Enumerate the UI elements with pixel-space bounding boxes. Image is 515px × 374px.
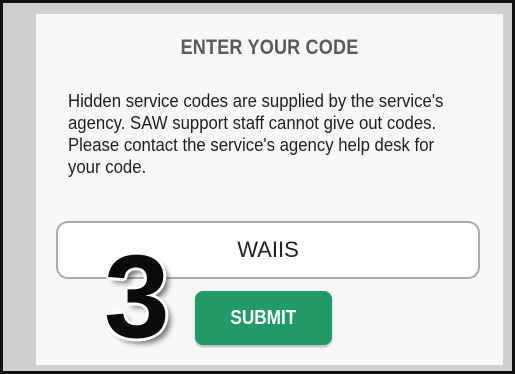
submit-button[interactable]: SUBMIT	[195, 291, 332, 345]
panel-description: Hidden service codes are supplied by the…	[68, 91, 444, 177]
right-page-edge	[503, 3, 512, 371]
enter-code-panel: ENTER YOUR CODE Hidden service codes are…	[36, 14, 503, 365]
submit-button-label: SUBMIT	[230, 306, 297, 329]
panel-title: ENTER YOUR CODE	[180, 36, 359, 59]
code-input[interactable]: WAIIS	[56, 221, 480, 279]
